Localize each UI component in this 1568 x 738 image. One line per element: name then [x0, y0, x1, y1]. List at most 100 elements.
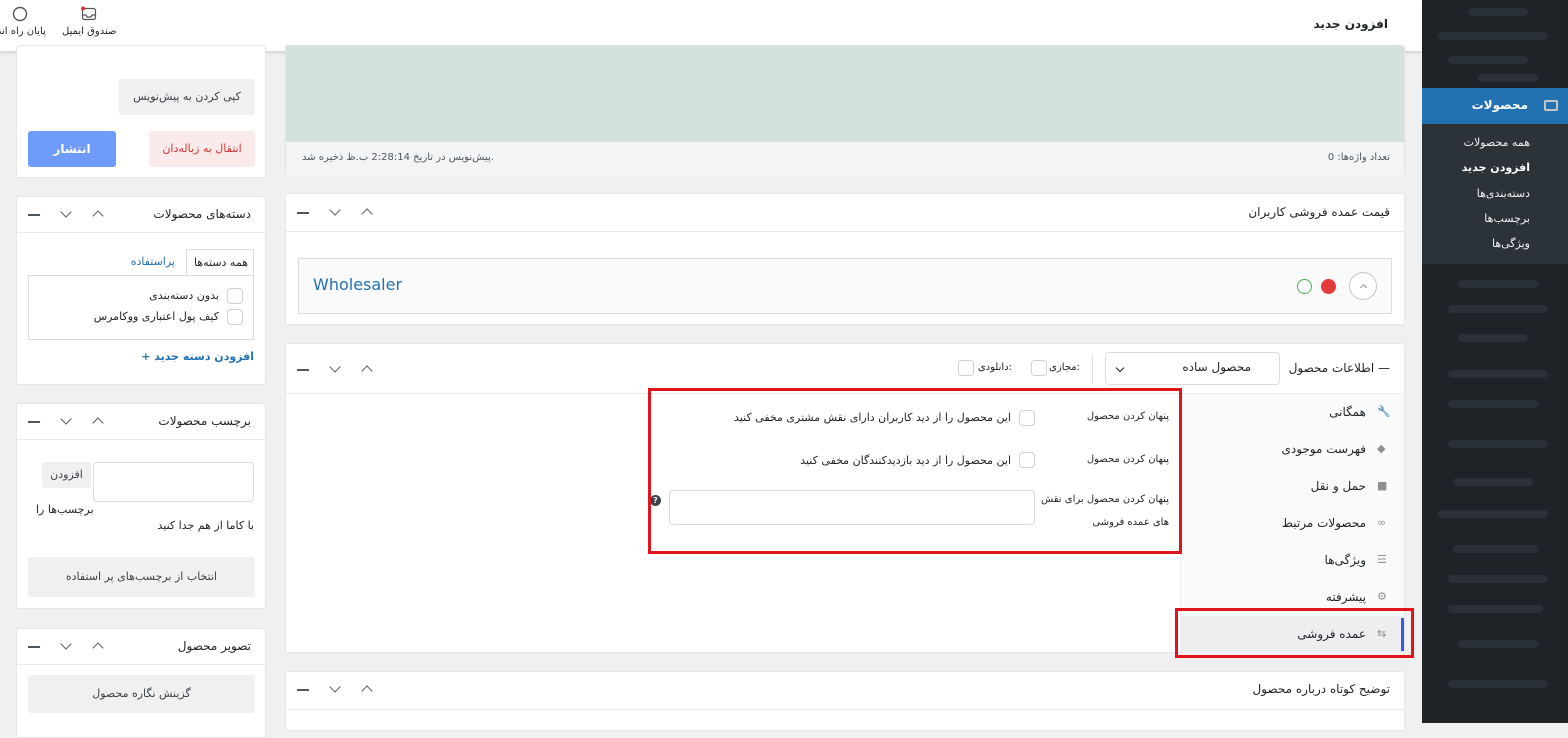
- divider: [1092, 355, 1093, 383]
- tag-hint-line2: با کاما از هم جدا کنید: [157, 519, 255, 532]
- tab-label: همگانی: [1329, 405, 1366, 419]
- status-red-indicator: [1321, 279, 1336, 294]
- tab-label: پیشرفته: [1325, 590, 1366, 604]
- submenu-all-products[interactable]: همه محصولات: [1464, 136, 1530, 149]
- move-up-button[interactable]: [358, 203, 376, 221]
- link-icon: ∞: [1377, 516, 1387, 529]
- move-down-button[interactable]: [326, 360, 344, 378]
- collapse-button[interactable]: [294, 680, 312, 698]
- copy-to-draft-button[interactable]: کپی کردن به پیش‌نویس: [119, 79, 255, 115]
- end-setup-button[interactable]: پایان راه اندا: [0, 6, 46, 37]
- short-description-box: توضیح کوتاه درباره محصول: [285, 671, 1405, 731]
- move-up-button[interactable]: [89, 412, 107, 430]
- menu-item-products[interactable]: محصولات: [1422, 88, 1568, 124]
- role-row: Wholesaler: [298, 258, 1392, 314]
- tab-attributes[interactable]: ☰ ویژگی‌ها: [1180, 542, 1404, 579]
- end-setup-label: پایان راه اندا: [0, 26, 46, 37]
- wholesale-price-box: قیمت عمده فروشی کاربران Wholesaler: [285, 193, 1405, 325]
- inbox-icon: [81, 6, 97, 21]
- archive-icon: [1544, 100, 1558, 111]
- top-bar: افزودن جدید صندوق ایمیل پایان راه اندا: [0, 0, 1422, 51]
- submenu-add-new[interactable]: افزودن جدید: [1462, 161, 1530, 174]
- expand-toggle[interactable]: [1349, 272, 1377, 300]
- set-product-image-button[interactable]: گزینش نگاره محصول: [28, 675, 255, 713]
- product-type-value: محصول ساده: [1182, 360, 1251, 374]
- box-header: برچسب محصولات: [17, 404, 265, 440]
- tab-general[interactable]: 🔧 همگانی: [1180, 394, 1404, 431]
- collapse-button[interactable]: [294, 360, 312, 378]
- collapse-button[interactable]: [294, 203, 312, 221]
- submenu-tags[interactable]: برچسب‌ها: [1484, 212, 1530, 225]
- box-header: قیمت عمده فروشی کاربران: [286, 194, 1404, 232]
- admin-sidebar: محصولات همه محصولات افزودن جدید دسته‌بند…: [1422, 0, 1568, 723]
- submenu-attributes[interactable]: ویژگی‌ها: [1492, 237, 1530, 250]
- move-down-button[interactable]: [326, 680, 344, 698]
- box-title: توضیح کوتاه درباره محصول: [1252, 682, 1390, 696]
- collapse-button[interactable]: [25, 412, 43, 430]
- move-up-button[interactable]: [89, 637, 107, 655]
- collapse-button[interactable]: [25, 637, 43, 655]
- tab-most-used[interactable]: پراستفاده: [131, 255, 175, 268]
- truck-icon: ■: [1377, 479, 1388, 492]
- tab-label: حمل و نقل: [1310, 479, 1366, 493]
- move-up-button[interactable]: [358, 680, 376, 698]
- current-menu-pointer: [1414, 98, 1422, 114]
- tab-all-categories[interactable]: همه دسته‌ها: [186, 249, 254, 276]
- category-checkbox[interactable]: [227, 309, 243, 325]
- choose-popular-tags-button[interactable]: انتخاب از برچسب‌های پر استفاده: [28, 557, 255, 597]
- box-header: تصویر محصول: [17, 629, 265, 665]
- downloadable-checkbox[interactable]: [958, 360, 974, 376]
- role-name: Wholesaler: [313, 275, 403, 294]
- move-up-button[interactable]: [358, 360, 376, 378]
- add-tag-button[interactable]: افزودن: [42, 462, 91, 488]
- tab-label: فهرست موجودی: [1281, 442, 1366, 456]
- status-green-indicator: [1297, 279, 1312, 294]
- add-new-category-link[interactable]: + افزودن دسته جدید: [141, 350, 254, 363]
- move-down-button[interactable]: [57, 205, 75, 223]
- tab-inventory[interactable]: ◆ فهرست موجودی: [1180, 431, 1404, 468]
- move-up-button[interactable]: [89, 205, 107, 223]
- product-data-title: اطلاعات محصول —: [1288, 361, 1390, 375]
- product-type-select[interactable]: محصول ساده: [1105, 352, 1280, 385]
- tab-label: همه دسته‌ها: [193, 256, 248, 269]
- tags-box: برچسب محصولات افزودن برچسب‌ها را با کاما…: [16, 403, 266, 609]
- move-to-trash-button[interactable]: انتقال به زباله‌دان: [149, 131, 255, 167]
- highlight-wholesale-tab: [1175, 608, 1414, 658]
- menu-label: محصولات: [1471, 98, 1528, 112]
- move-down-button[interactable]: [57, 637, 75, 655]
- box-header: دسته‌های محصولات: [17, 197, 265, 233]
- tab-label: ویژگی‌ها: [1324, 553, 1366, 567]
- submenu-categories[interactable]: دسته‌بندی‌ها: [1477, 187, 1530, 200]
- editor-content-area[interactable]: [286, 46, 1404, 142]
- collapse-button[interactable]: [25, 205, 43, 223]
- editor-status-bar: تعداد واژه‌ها: 0 پیش‌نویس در تاریخ 2:28:…: [286, 142, 1404, 176]
- gear-icon: ⚙: [1377, 590, 1387, 603]
- wrench-icon: 🔧: [1377, 405, 1391, 418]
- editor-box: تعداد واژه‌ها: 0 پیش‌نویس در تاریخ 2:28:…: [285, 45, 1405, 176]
- category-checkbox[interactable]: [227, 288, 243, 304]
- highlight-wholesale-fields: [648, 388, 1182, 554]
- category-label: بدون دسته‌بندی: [149, 289, 219, 302]
- tag-icon: ◆: [1377, 442, 1386, 455]
- circle-icon: [12, 6, 28, 22]
- box-title: دسته‌های محصولات: [153, 207, 251, 221]
- categories-box: دسته‌های محصولات همه دسته‌ها پراستفاده ب…: [16, 196, 266, 385]
- chevron-down-icon: [1115, 363, 1125, 373]
- email-box-button[interactable]: صندوق ایمیل: [62, 6, 116, 37]
- virtual-label: مجازی:: [1049, 362, 1080, 373]
- move-down-button[interactable]: [326, 203, 344, 221]
- product-image-box: تصویر محصول گزینش نگاره محصول: [16, 628, 266, 738]
- move-down-button[interactable]: [57, 412, 75, 430]
- list-icon: ☰: [1377, 553, 1387, 566]
- virtual-checkbox[interactable]: [1031, 360, 1047, 376]
- autosave-status: پیش‌نویس در تاریخ 2:28:14 ب.ظ ذخیره شد.: [302, 152, 494, 163]
- publish-button[interactable]: انتشار: [28, 131, 116, 167]
- tab-label: محصولات مرتبط: [1281, 516, 1366, 530]
- email-box-label: صندوق ایمیل: [62, 26, 117, 37]
- downloadable-label: دانلودی:: [977, 362, 1012, 373]
- tab-linked-products[interactable]: ∞ محصولات مرتبط: [1180, 505, 1404, 542]
- box-title: قیمت عمده فروشی کاربران: [1248, 205, 1390, 219]
- products-submenu: محصولات همه محصولات افزودن جدید دسته‌بند…: [1422, 88, 1568, 264]
- tab-shipping[interactable]: ■ حمل و نقل: [1180, 468, 1404, 505]
- tag-input[interactable]: [93, 462, 254, 502]
